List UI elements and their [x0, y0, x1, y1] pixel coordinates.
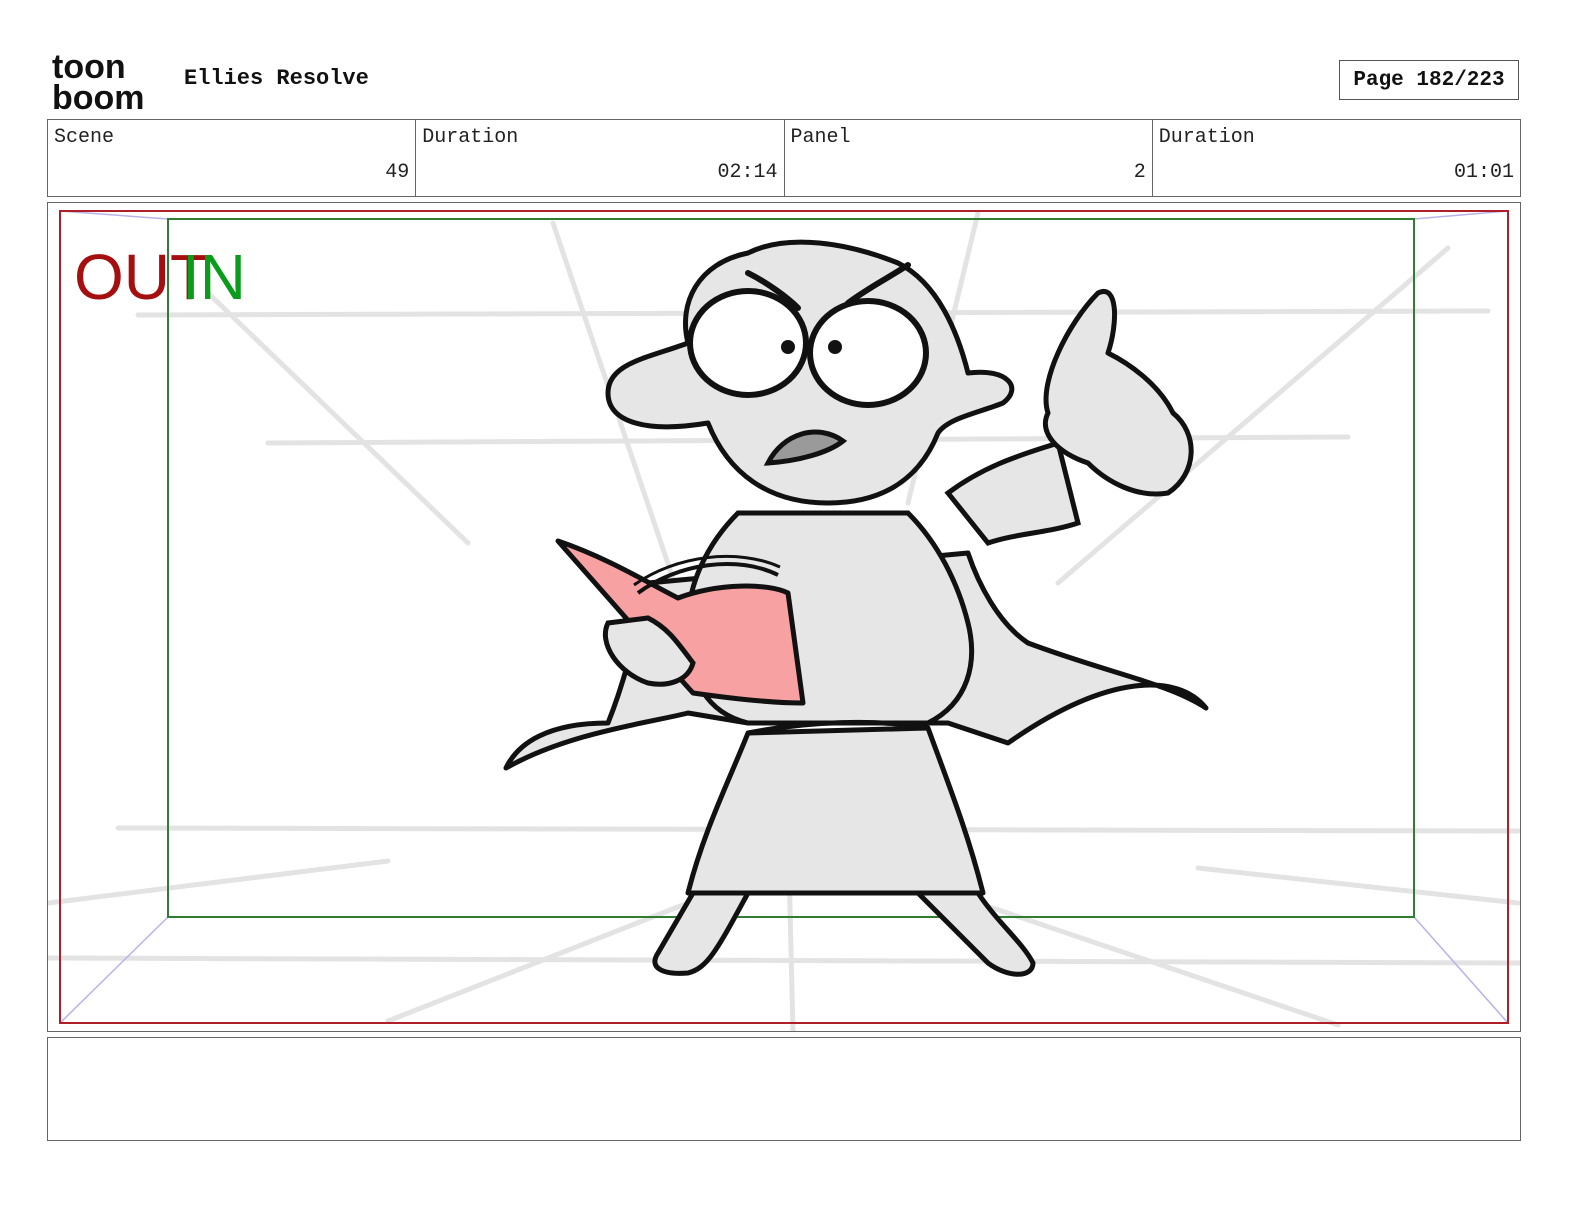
- scene-value: 49: [385, 161, 410, 184]
- info-row: Scene 49 Duration 02:14 Panel 2 Duration…: [47, 119, 1521, 197]
- panel-drawing: OUT IN: [48, 210, 1520, 1031]
- panel-frame: OUT IN: [47, 202, 1521, 1032]
- in-marker: IN: [182, 241, 246, 313]
- logo-line2: boom: [52, 79, 145, 112]
- scene-cell: Scene 49: [48, 120, 415, 196]
- panel-duration-label: Duration: [1158, 126, 1255, 149]
- scene-duration-label: Duration: [422, 126, 519, 149]
- scene-duration-cell: Duration 02:14: [415, 120, 783, 196]
- toon-boom-logo: toon boom: [52, 48, 164, 117]
- panel-label: Panel: [790, 126, 851, 149]
- scene-duration-value: 02:14: [717, 161, 778, 184]
- panel-value: 2: [1133, 161, 1146, 184]
- page-number: Page 182/223: [1339, 60, 1519, 100]
- character-drawing: [503, 239, 1209, 977]
- project-title: Ellies Resolve: [184, 66, 369, 91]
- panel-duration-value: 01:01: [1453, 161, 1514, 184]
- panel-duration-cell: Duration 01:01: [1151, 120, 1520, 196]
- panel-cell: Panel 2: [783, 120, 1152, 196]
- scene-label: Scene: [54, 126, 115, 149]
- panel-notes-box[interactable]: [47, 1037, 1521, 1141]
